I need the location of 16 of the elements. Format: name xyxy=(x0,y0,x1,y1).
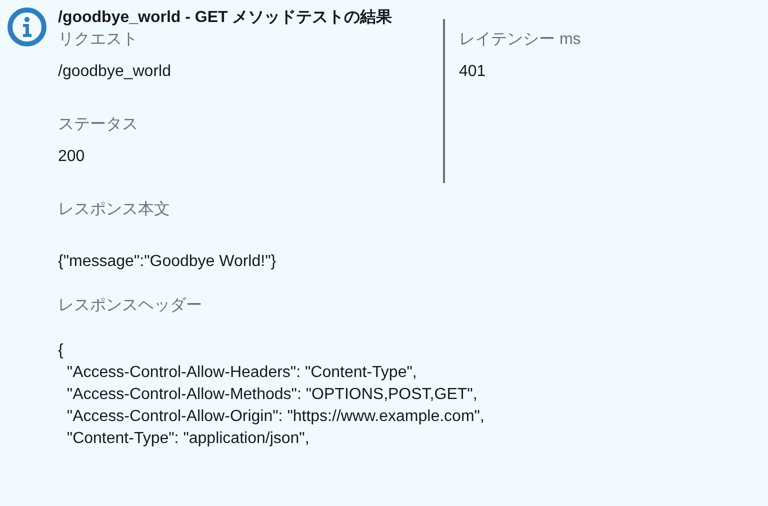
field-label: レイテンシー ms xyxy=(459,30,581,50)
field-label: ステータス xyxy=(58,115,139,135)
field-value: 401 xyxy=(459,62,487,82)
code-line: "Access-Control-Allow-Methods": "OPTIONS,POST,GET", xyxy=(66,385,478,405)
result-title: /goodbye_world - GET メソッドテストの結果 xyxy=(58,8,394,28)
code-line: "Access-Control-Allow-Origin": "https://www.example.com", xyxy=(66,407,486,427)
section-label: レスポンス本文 xyxy=(58,200,171,220)
field-value: 200 xyxy=(58,147,86,167)
field-label: リクエスト xyxy=(58,30,139,50)
code-line: { xyxy=(58,341,64,361)
section-label: レスポンスヘッダー xyxy=(58,296,203,316)
code-line: "Access-Control-Allow-Headers": "Content-Type", xyxy=(66,363,418,383)
info-icon xyxy=(7,7,47,47)
field-value: /goodbye_world xyxy=(58,62,172,82)
code-line: "Content-Type": "application/json", xyxy=(66,429,310,449)
body-text: {"message":"Goodbye World!"} xyxy=(58,252,278,272)
